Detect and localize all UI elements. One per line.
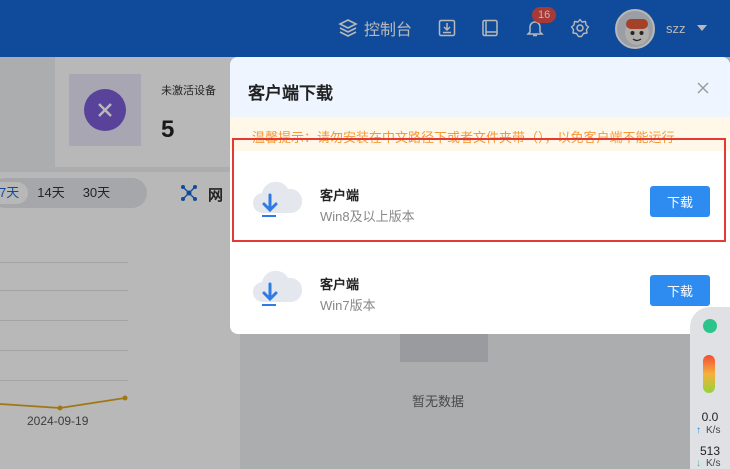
download-item-name: 客户端 [320,277,360,292]
close-icon[interactable] [696,81,710,95]
upload-speed-unit: K/s [706,425,721,436]
highlight-box [232,138,726,242]
cloud-download-icon [250,262,303,312]
download-item: 客户端 Win7版本 下载 [230,248,730,334]
speed-level-bar [703,355,715,393]
upload-arrow-icon: ↑ [696,425,701,436]
status-dot [703,319,717,333]
download-speed-value: 513 [699,444,721,458]
dialog-title: 客户端下载 [248,84,333,103]
download-item-version: Win7版本 [320,298,376,313]
download-arrow-icon: ↓ [696,458,701,469]
upload-speed-value: 0.0 [701,410,719,424]
download-speed-unit: K/s [706,458,721,469]
download-button[interactable]: 下载 [650,275,710,306]
network-speed-widget[interactable]: 0.0 ↑ K/s 513 ↓ K/s [690,307,730,469]
